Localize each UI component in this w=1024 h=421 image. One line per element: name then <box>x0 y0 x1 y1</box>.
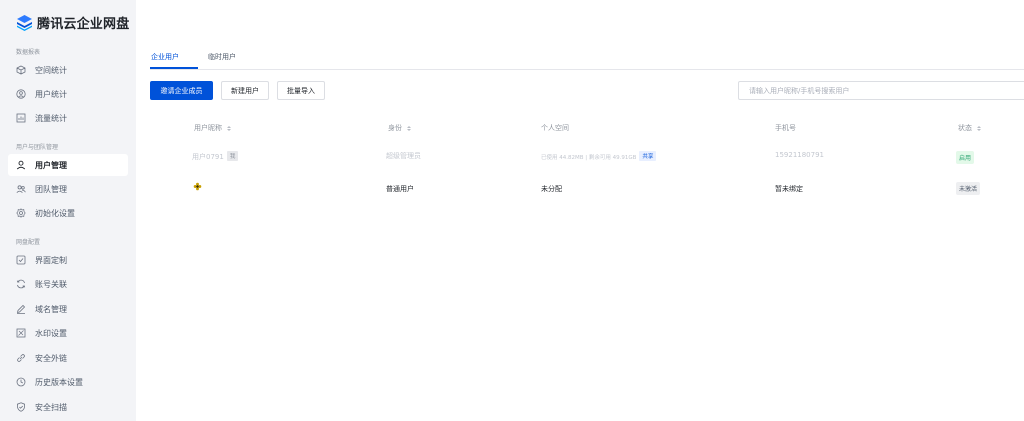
flower-icon <box>193 182 202 191</box>
chart-icon <box>16 113 26 123</box>
sort-icon[interactable] <box>977 125 981 131</box>
sidebar-item-label: 账号关联 <box>35 279 67 289</box>
header-role[interactable]: 身份 <box>388 123 411 133</box>
sidebar-item-label: 界面定制 <box>35 255 67 265</box>
user-icon <box>16 160 26 170</box>
sidebar-item-label: 水印设置 <box>35 328 67 338</box>
sidebar-item-team-management[interactable]: 团队管理 <box>8 178 128 200</box>
sidebar-item-label: 用户统计 <box>35 89 67 99</box>
me-tag: 我 <box>226 151 239 161</box>
watermark-icon <box>16 328 26 338</box>
share-tag: 共享 <box>639 151 657 161</box>
gear-icon <box>16 208 26 218</box>
invite-members-button[interactable]: 邀请企业成员 <box>150 81 213 100</box>
sort-icon[interactable] <box>227 125 231 131</box>
sidebar-item-watermark-settings[interactable]: 水印设置 <box>8 322 128 344</box>
sidebar-item-user-management[interactable]: 用户管理 <box>8 154 128 176</box>
sidebar-item-account-link[interactable]: 账号关联 <box>8 273 128 295</box>
header-nickname[interactable]: 用户昵称 <box>194 123 231 133</box>
cube-icon <box>16 65 26 75</box>
sidebar-item-version-history[interactable]: 历史版本设置 <box>8 371 128 393</box>
header-status-label: 状态 <box>958 124 972 132</box>
sidebar-item-domain-management[interactable]: 域名管理 <box>8 298 128 320</box>
logo-icon <box>17 14 32 31</box>
cell-role: 普通用户 <box>386 185 414 193</box>
sidebar: 腾讯云企业网盘 数据报表 空间统计 用户统计 流量统计 用户与团队管理 用户管理… <box>0 0 136 421</box>
shield-icon <box>16 402 26 412</box>
pen-icon <box>16 304 26 314</box>
sidebar-item-label: 安全扫描 <box>35 402 67 412</box>
user-circle-icon <box>16 89 26 99</box>
sidebar-item-label: 历史版本设置 <box>35 377 83 387</box>
sidebar-item-label: 安全外链 <box>35 353 67 363</box>
space-usage-text: 已使用 44.82MB | 剩余可用 49.91GB <box>541 155 637 161</box>
search-placeholder: 请输入用户昵称/手机号搜索用户 <box>749 86 850 95</box>
logo: 腾讯云企业网盘 <box>16 12 129 32</box>
sidebar-item-label: 流量统计 <box>35 113 67 123</box>
sidebar-item-security-scan[interactable]: 安全扫描 <box>8 396 128 418</box>
sidebar-item-ui-customization[interactable]: 界面定制 <box>8 249 128 271</box>
sidebar-item-label: 域名管理 <box>35 304 67 314</box>
main-content: 企业用户 临时用户 <box>136 0 1024 421</box>
group-title-disk-config: 网盘配置 <box>16 239 41 246</box>
sidebar-item-label: 团队管理 <box>35 184 67 194</box>
tab-enterprise-users[interactable]: 企业用户 <box>151 52 179 62</box>
header-status[interactable]: 状态 <box>958 123 981 133</box>
cell-phone: 15921180791 <box>775 151 824 159</box>
logo-text: 腾讯云企业网盘 <box>37 16 130 32</box>
search-input[interactable]: 请输入用户昵称/手机号搜索用户 <box>738 81 1024 100</box>
sidebar-item-init-settings[interactable]: 初始化设置 <box>8 202 128 224</box>
status-badge: 未激活 <box>956 182 981 195</box>
app-root: 腾讯云企业网盘 数据报表 空间统计 用户统计 流量统计 用户与团队管理 用户管理… <box>0 0 1024 421</box>
header-nickname-label: 用户昵称 <box>194 124 222 132</box>
header-space: 个人空间 <box>541 123 569 133</box>
header-phone: 手机号 <box>775 123 796 133</box>
clock-icon <box>16 377 26 387</box>
cell-role: 超级管理员 <box>386 152 421 160</box>
sort-icon[interactable] <box>407 125 411 131</box>
cell-space: 已使用 44.82MB | 剩余可用 49.91GB 共享 <box>541 151 657 161</box>
tab-divider <box>150 69 1024 70</box>
header-space-label: 个人空间 <box>541 124 569 132</box>
tab-temporary-users[interactable]: 临时用户 <box>208 52 236 62</box>
header-role-label: 身份 <box>388 124 402 132</box>
sidebar-item-secure-link[interactable]: 安全外链 <box>8 347 128 369</box>
sidebar-item-label: 空间统计 <box>35 65 67 75</box>
cell-nickname: 用户0791 我 <box>192 151 239 162</box>
group-title-user-team: 用户与团队管理 <box>16 144 59 151</box>
batch-import-button[interactable]: 批量导入 <box>277 81 325 100</box>
sync-icon <box>16 279 26 289</box>
sidebar-item-traffic-stats[interactable]: 流量统计 <box>8 107 128 129</box>
checkbox-icon <box>16 255 26 265</box>
sidebar-item-user-stats[interactable]: 用户统计 <box>8 83 128 105</box>
new-user-button[interactable]: 新建用户 <box>221 81 269 100</box>
group-title-reports: 数据报表 <box>16 49 41 56</box>
cell-space: 未分配 <box>541 185 562 193</box>
link-icon <box>16 353 26 363</box>
status-badge: 启用 <box>956 151 975 164</box>
sidebar-item-label: 初始化设置 <box>35 208 75 218</box>
sidebar-item-space-stats[interactable]: 空间统计 <box>8 59 128 81</box>
cell-phone: 暂未绑定 <box>775 185 803 193</box>
nickname-text: 用户0791 <box>192 153 224 161</box>
team-icon <box>16 184 26 194</box>
header-phone-label: 手机号 <box>775 124 796 132</box>
sidebar-item-label: 用户管理 <box>35 160 67 170</box>
